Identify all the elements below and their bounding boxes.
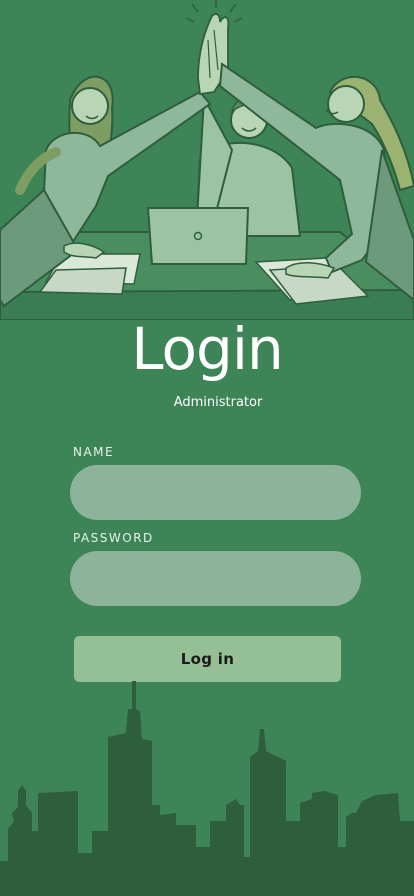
login-screen: Login Administrator NAME PASSWORD Log in [0,0,414,896]
page-subtitle: Administrator [173,395,263,410]
page-title: Login [131,315,283,383]
login-button[interactable]: Log in [74,636,341,682]
name-label: NAME [73,445,115,459]
city-skyline-silhouette [0,681,414,896]
password-label: PASSWORD [73,531,154,545]
password-input[interactable] [70,551,361,606]
name-input[interactable] [70,465,361,520]
team-high-five-illustration [0,0,414,320]
